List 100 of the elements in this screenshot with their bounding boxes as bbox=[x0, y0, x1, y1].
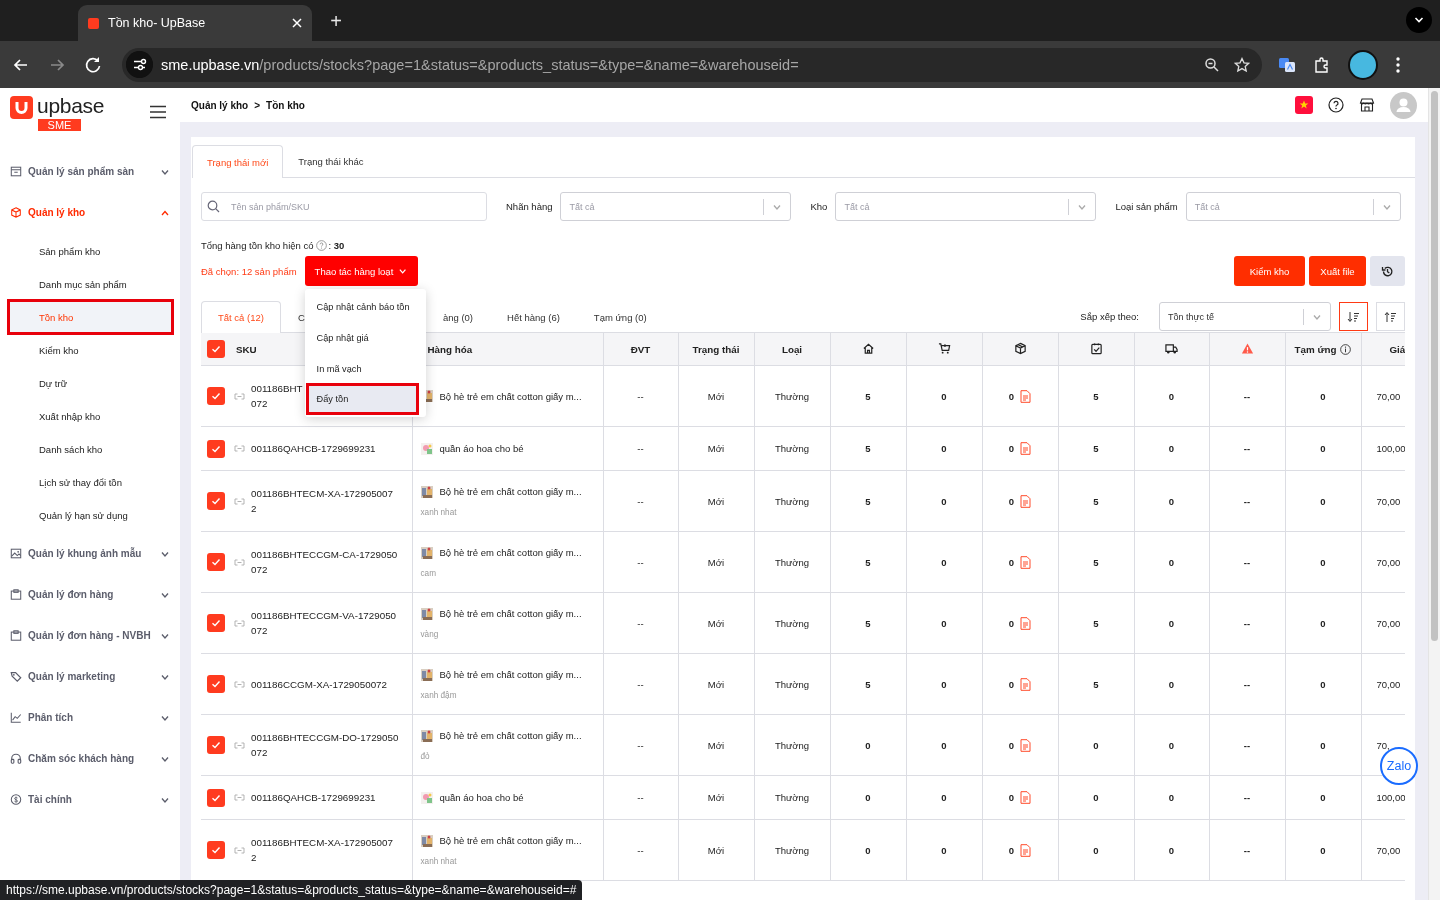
table-cell: Thường bbox=[774, 556, 810, 568]
document-icon[interactable] bbox=[1020, 389, 1032, 403]
chevron-down-icon bbox=[398, 266, 408, 276]
address-bar[interactable]: sme.upbase.vn/products/stocks?page=1&status=&products_status=&type=&name=&warehouseid= bbox=[122, 47, 1262, 82]
column-header: Loại bbox=[781, 343, 803, 355]
row-checkbox[interactable] bbox=[207, 675, 225, 693]
row-checkbox[interactable] bbox=[207, 614, 225, 632]
filter-tab[interactable]: Hết hàng (6) bbox=[490, 301, 577, 332]
sidebar-subitem[interactable]: Quản lý hạn sử dụng bbox=[10, 500, 171, 530]
product-name[interactable]: Bộ hè trẻ em chất cotton giấy m... bbox=[439, 608, 582, 619]
table-cell: 5 bbox=[1093, 390, 1099, 402]
document-icon[interactable] bbox=[1020, 555, 1032, 569]
check-icon bbox=[210, 495, 222, 507]
cart-icon bbox=[937, 341, 951, 355]
sidebar-subitem[interactable]: Lịch sử thay đổi tồn bbox=[10, 467, 171, 497]
row-checkbox[interactable] bbox=[207, 736, 225, 754]
document-icon[interactable] bbox=[1020, 791, 1032, 804]
sidebar-item[interactable]: Quản lý marketing bbox=[0, 656, 180, 697]
row-checkbox[interactable] bbox=[207, 841, 225, 859]
zoom-icon[interactable] bbox=[1204, 56, 1220, 73]
avatar-icon[interactable] bbox=[1390, 91, 1417, 119]
extensions-icon[interactable] bbox=[1313, 55, 1331, 74]
row-checkbox[interactable] bbox=[207, 492, 225, 510]
product-name[interactable]: Bộ hè trẻ em chất cotton giấy m... bbox=[439, 669, 582, 680]
sidebar-subitem[interactable]: Sản phẩm kho bbox=[10, 236, 171, 266]
star-icon[interactable] bbox=[1234, 56, 1250, 73]
sidebar-subitem[interactable]: Kiểm kho bbox=[10, 335, 171, 365]
sort-descending-button[interactable] bbox=[1339, 302, 1368, 331]
column-header: SKU bbox=[236, 343, 257, 355]
table-cell: 0 bbox=[865, 844, 871, 856]
menu-icon[interactable] bbox=[150, 105, 166, 119]
scrollbar-thumb[interactable] bbox=[1431, 91, 1438, 641]
table-cell: 0 bbox=[1168, 390, 1175, 402]
sku-text: 001186BHTECCGM-VA-1729050 072 bbox=[251, 609, 397, 638]
sidebar-subitem[interactable]: Dự trữ bbox=[10, 368, 171, 398]
product-name[interactable]: quần áo hoa cho bé bbox=[439, 792, 524, 803]
row-checkbox[interactable] bbox=[207, 439, 225, 458]
sidebar-item[interactable]: Quản lý khung ảnh mẫu bbox=[0, 533, 180, 574]
new-tab-button[interactable]: + bbox=[322, 7, 350, 35]
product-name[interactable]: Bộ hè trẻ em chất cotton giấy m... bbox=[439, 835, 582, 846]
document-icon[interactable] bbox=[1020, 738, 1032, 752]
breadcrumb-item[interactable]: Quản lý kho bbox=[191, 99, 249, 111]
filter-tab[interactable]: Tạm ứng (0) bbox=[576, 301, 664, 332]
table-cell: 100,00 bbox=[1376, 443, 1405, 454]
menu-item[interactable]: Cập nhật giá bbox=[304, 322, 426, 353]
sidebar-subitem[interactable]: Xuất nhập kho bbox=[10, 401, 171, 431]
help-icon[interactable] bbox=[1328, 97, 1344, 113]
product-name[interactable]: quần áo hoa cho bé bbox=[439, 443, 524, 454]
sidebar-item[interactable]: Chăm sóc khách hàng bbox=[0, 738, 180, 779]
product-name[interactable]: Bộ hè trẻ em chất cotton giấy m... bbox=[439, 390, 582, 402]
page-tab[interactable]: Trạng thái khác bbox=[283, 145, 379, 177]
document-icon[interactable] bbox=[1020, 843, 1032, 857]
document-icon[interactable] bbox=[1020, 494, 1032, 508]
document-icon[interactable] bbox=[1020, 616, 1032, 630]
box-icon bbox=[10, 165, 22, 178]
variant-text: đỏ bbox=[420, 751, 431, 761]
store-icon[interactable] bbox=[1359, 97, 1375, 113]
sidebar-item[interactable]: Tài chính bbox=[0, 779, 180, 820]
sidebar-item[interactable]: Phân tích bbox=[0, 697, 180, 738]
flag-icon[interactable] bbox=[1295, 96, 1313, 114]
sidebar-item[interactable]: Quản lý đơn hàng - NVBH bbox=[0, 615, 180, 656]
page-tab[interactable]: Trạng thái mới bbox=[192, 145, 284, 178]
sidebar-item[interactable]: Quản lý kho bbox=[0, 192, 180, 233]
select-all-checkbox[interactable] bbox=[207, 340, 225, 358]
close-icon[interactable] bbox=[292, 18, 302, 28]
product-name[interactable]: Bộ hè trẻ em chất cotton giấy m... bbox=[439, 486, 582, 497]
action-button[interactable]: Xuất file bbox=[1309, 256, 1366, 286]
table-cell: Mới bbox=[707, 739, 725, 751]
table-cell: Mới bbox=[707, 556, 725, 568]
bulk-action-button[interactable]: Thao tác hàng loạt bbox=[304, 256, 418, 286]
sort-ascending-button[interactable] bbox=[1376, 302, 1405, 331]
menu-item[interactable]: In mã vạch bbox=[304, 353, 426, 384]
browser-tab[interactable]: Tồn kho- UpBase bbox=[78, 5, 312, 41]
filter-tab[interactable]: àng (0) bbox=[425, 301, 491, 332]
row-checkbox[interactable] bbox=[207, 553, 225, 571]
search-field[interactable]: Tên sản phẩm/SKU bbox=[201, 192, 487, 221]
sort-select[interactable]: Tồn thực tế bbox=[1159, 302, 1331, 331]
menu-icon[interactable] bbox=[1395, 55, 1401, 74]
action-button[interactable]: Kiểm kho bbox=[1234, 256, 1305, 286]
sidebar-item[interactable]: Quản lý sản phẩm sàn bbox=[0, 151, 180, 192]
row-checkbox[interactable] bbox=[207, 788, 225, 807]
menu-item[interactable]: Cập nhật cảnh báo tồn bbox=[304, 291, 426, 322]
column-header: ĐVT bbox=[630, 343, 651, 355]
translate-icon[interactable] bbox=[1278, 55, 1296, 74]
check-icon bbox=[210, 678, 222, 690]
row-checkbox[interactable] bbox=[207, 387, 225, 405]
info-icon[interactable] bbox=[1340, 343, 1352, 355]
chevron-down-icon[interactable] bbox=[1406, 7, 1432, 33]
history-button[interactable] bbox=[1370, 256, 1405, 286]
document-icon[interactable] bbox=[1020, 442, 1032, 455]
document-icon[interactable] bbox=[1020, 677, 1032, 691]
sidebar-subitem[interactable]: Danh sách kho bbox=[10, 434, 171, 464]
product-name[interactable]: Bộ hè trẻ em chất cotton giấy m... bbox=[439, 547, 582, 558]
sidebar-subitem[interactable]: Danh mục sản phẩm bbox=[10, 269, 171, 299]
variant-text: xanh nhat bbox=[420, 856, 458, 866]
product-name[interactable]: Bộ hè trẻ em chất cotton giấy m... bbox=[439, 730, 582, 741]
menu-item[interactable]: Đẩy tồn bbox=[306, 384, 418, 414]
column-header: Tạm ứng bbox=[1294, 343, 1337, 355]
profile-avatar[interactable] bbox=[1348, 49, 1378, 80]
sidebar-item[interactable]: Quản lý đơn hàng bbox=[0, 574, 180, 615]
